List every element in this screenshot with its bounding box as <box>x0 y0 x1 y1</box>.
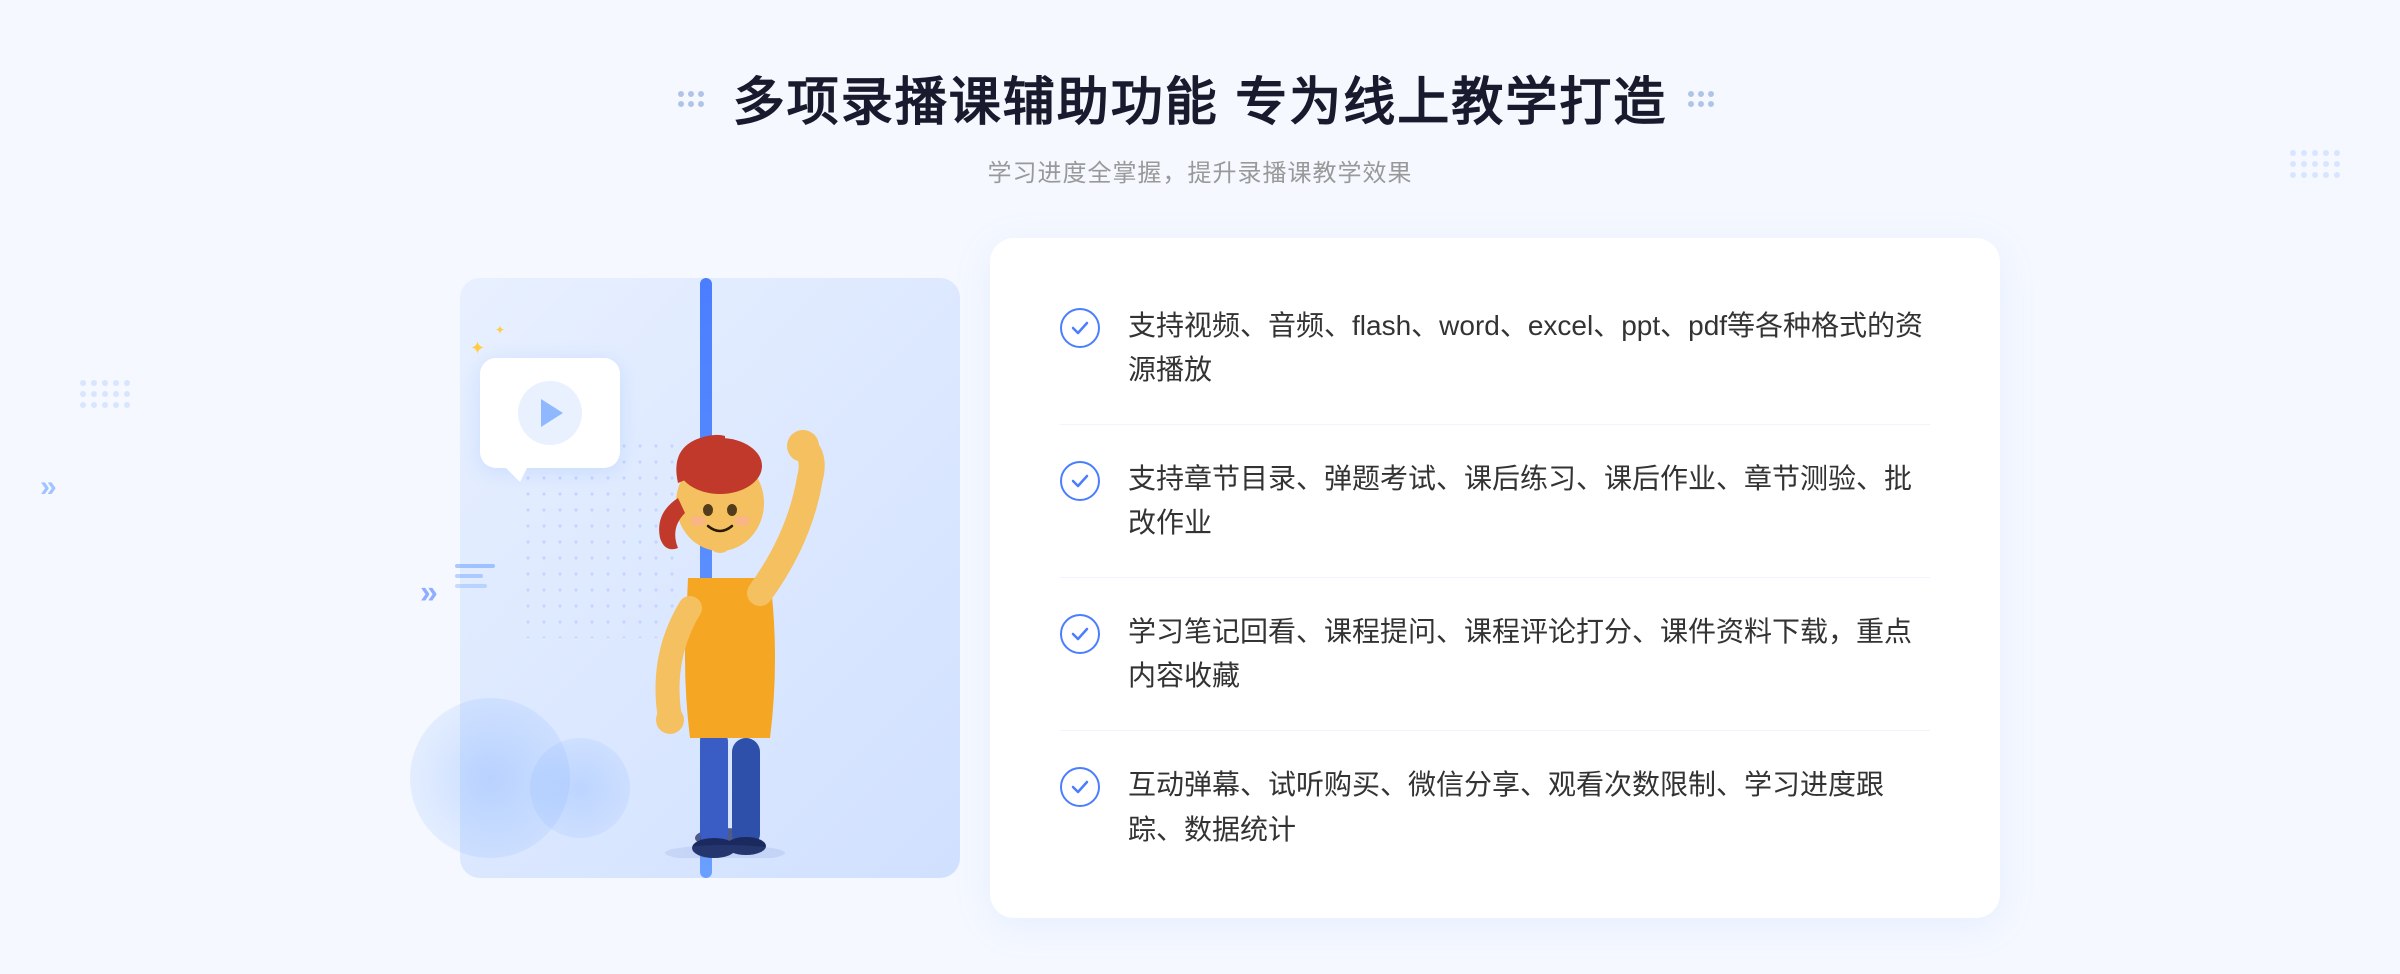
page-container: » 多项录播课辅助功能 专为线上教学打造 <box>0 0 2400 974</box>
inner-left-chevron-icon: » <box>420 573 428 610</box>
feature-text-1: 支持视频、音频、flash、word、excel、ppt、pdf等各种格式的资源… <box>1128 304 1930 394</box>
feature-item-2: 支持章节目录、弹题考试、课后练习、课后作业、章节测验、批改作业 <box>1060 457 1930 547</box>
play-triangle-icon <box>541 399 563 427</box>
right-decorative-dots <box>2290 150 2340 178</box>
feature-item-1: 支持视频、音频、flash、word、excel、ppt、pdf等各种格式的资源… <box>1060 304 1930 394</box>
check-icon-4 <box>1060 767 1100 807</box>
left-chevron-icon: » <box>40 470 49 504</box>
page-subtitle: 学习进度全掌握，提升录播课教学效果 <box>677 153 1723 188</box>
feature-text-2: 支持章节目录、弹题考试、课后练习、课后作业、章节测验、批改作业 <box>1128 457 1930 547</box>
feature-item-3: 学习笔记回看、课程提问、课程评论打分、课件资料下载，重点内容收藏 <box>1060 610 1930 700</box>
line-decorations <box>455 564 495 588</box>
left-decorative-dots <box>80 380 130 408</box>
title-row: 多项录播课辅助功能 专为线上教学打造 <box>677 60 1723 135</box>
header-section: 多项录播课辅助功能 专为线上教学打造 学习进度全掌握，提升录播课教学效果 <box>677 0 1723 218</box>
feature-item-4: 互动弹幕、试听购买、微信分享、观看次数限制、学习进度跟踪、数据统计 <box>1060 763 1930 853</box>
feature-text-3: 学习笔记回看、课程提问、课程评论打分、课件资料下载，重点内容收藏 <box>1128 610 1930 700</box>
check-icon-1 <box>1060 308 1100 348</box>
divider-1 <box>1060 424 1930 425</box>
main-content: ✦ ✦ <box>400 238 2000 918</box>
left-illustration: ✦ ✦ <box>400 238 1020 918</box>
page-title: 多项录播课辅助功能 专为线上教学打造 <box>733 60 1667 135</box>
character-illustration <box>570 338 870 858</box>
divider-3 <box>1060 730 1930 731</box>
feature-text-4: 互动弹幕、试听购买、微信分享、观看次数限制、学习进度跟踪、数据统计 <box>1128 763 1930 853</box>
star-icon-1: ✦ <box>470 338 485 359</box>
right-content-panel: 支持视频、音频、flash、word、excel、ppt、pdf等各种格式的资源… <box>990 238 2000 918</box>
check-icon-2 <box>1060 461 1100 501</box>
star-icon-2: ✦ <box>495 323 505 337</box>
left-deco-dots <box>677 88 713 108</box>
right-deco-dots <box>1687 88 1723 108</box>
divider-2 <box>1060 577 1930 578</box>
check-icon-3 <box>1060 614 1100 654</box>
